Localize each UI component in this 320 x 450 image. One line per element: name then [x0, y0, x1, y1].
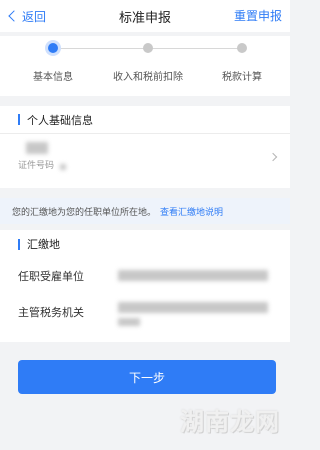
step-connector	[58, 48, 144, 49]
redacted-tax-authority	[118, 302, 268, 313]
section-header: 个人基础信息	[0, 106, 290, 134]
reset-declaration-button[interactable]: 重置申报	[234, 7, 282, 24]
employer-field[interactable]: 任职受雇单位	[0, 258, 290, 294]
redacted-tax-authority-2	[118, 318, 140, 326]
step-connector	[152, 48, 238, 49]
step-dot-basic-info	[48, 43, 58, 53]
field-label: 主管税务机关	[18, 306, 84, 319]
redacted-id	[60, 164, 66, 170]
chevron-right-icon	[268, 152, 278, 162]
remit-location-section: 汇缴地 任职受雇单位 主管税务机关	[0, 230, 290, 342]
progress-steps: 基本信息 收入和税前扣除 税款计算	[0, 36, 290, 96]
remit-explanation-link[interactable]: 查看汇缴地说明	[160, 205, 223, 218]
redacted-employer	[118, 270, 268, 281]
section-title: 汇缴地	[27, 238, 60, 251]
next-step-button[interactable]: 下一步	[18, 360, 276, 394]
step-label-basic-info: 基本信息	[33, 72, 73, 83]
navigation-bar: 返回 标准申报 重置申报	[0, 0, 290, 32]
step-dot-tax-calc	[237, 43, 247, 53]
personal-info-row[interactable]: 证件号码	[0, 134, 290, 178]
step-dot-income	[143, 43, 153, 53]
remit-location-notice: 您的汇缴地为您的任职单位所在地。 查看汇缴地说明	[0, 198, 290, 224]
step-label-tax-calc: 税款计算	[222, 72, 262, 83]
redacted-name	[26, 142, 48, 154]
id-number-label: 证件号码	[18, 161, 55, 171]
personal-info-section: 个人基础信息 证件号码	[0, 106, 290, 188]
notice-text: 您的汇缴地为您的任职单位所在地。	[12, 207, 157, 218]
section-title: 个人基础信息	[27, 113, 93, 127]
step-label-income: 收入和税前扣除	[113, 72, 183, 83]
section-header: 汇缴地	[0, 230, 290, 258]
tax-authority-field[interactable]: 主管税务机关	[0, 294, 290, 330]
section-accent-bar	[18, 114, 20, 125]
field-label: 任职受雇单位	[18, 270, 84, 283]
section-accent-bar	[18, 238, 20, 250]
site-watermark: 湖南龙网	[180, 408, 280, 436]
